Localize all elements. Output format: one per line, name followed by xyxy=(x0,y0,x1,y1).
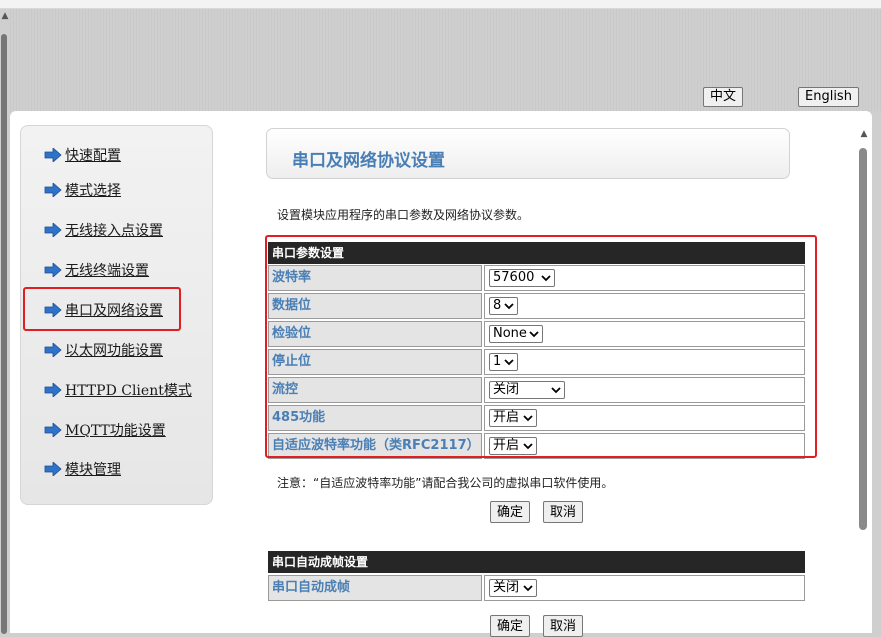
scrollbar-thumb[interactable] xyxy=(859,148,867,530)
row-value-cell: 关闭 xyxy=(484,575,805,601)
scroll-up-arrow-icon[interactable]: ▲ xyxy=(858,128,870,140)
auto-frame-select[interactable]: 关闭 xyxy=(489,579,537,597)
sidebar-item-label[interactable]: 无线终端设置 xyxy=(65,260,149,280)
arrow-right-icon xyxy=(44,383,62,397)
arrow-right-icon xyxy=(44,263,62,277)
sidebar-item-label[interactable]: 模式选择 xyxy=(65,180,121,200)
sidebar-item-sta-settings[interactable]: 无线终端设置 xyxy=(44,259,149,281)
sidebar-item-mode-select[interactable]: 模式选择 xyxy=(44,179,121,201)
page-description: 设置模块应用程序的串口参数及网络协议参数。 xyxy=(277,208,530,222)
sidebar-item-httpd-client[interactable]: HTTPD Client模式 xyxy=(44,379,192,401)
outer-scroll-up-arrow-icon[interactable]: ▲ xyxy=(0,9,10,23)
lang-chinese-button[interactable]: 中文 xyxy=(703,87,744,107)
arrow-right-icon xyxy=(44,148,62,162)
frame-section-header: 串口自动成帧设置 xyxy=(268,551,805,573)
sidebar-item-quick-config[interactable]: 快速配置 xyxy=(44,144,121,166)
sidebar-item-label[interactable]: MQTT功能设置 xyxy=(65,420,166,440)
cancel-button[interactable]: 取消 xyxy=(543,501,584,523)
arrow-right-icon xyxy=(44,303,62,317)
sidebar-item-label[interactable]: 以太网功能设置 xyxy=(65,340,163,360)
chevron-down-icon xyxy=(523,585,533,592)
arrow-right-icon xyxy=(44,183,62,197)
table-row: 串口自动成帧 关闭 xyxy=(268,574,805,602)
arrow-right-icon xyxy=(44,462,62,476)
header-band xyxy=(10,9,881,111)
arrow-right-icon xyxy=(44,223,62,237)
sidebar-item-label[interactable]: 串口及网络设置 xyxy=(65,300,163,320)
lang-english-button[interactable]: English xyxy=(798,87,859,107)
select-value: 关闭 xyxy=(493,580,520,595)
outer-scrollbar-thumb[interactable] xyxy=(1,34,7,634)
sidebar-item-label[interactable]: 模块管理 xyxy=(65,459,121,479)
auto-baud-note: 注意：“自适应波特率功能”请配合我公司的虚拟串口软件使用。 xyxy=(277,476,614,490)
cancel-button-2[interactable]: 取消 xyxy=(543,615,584,637)
confirm-button[interactable]: 确定 xyxy=(490,501,531,523)
sidebar-item-label[interactable]: 无线接入点设置 xyxy=(65,220,163,240)
top-edge xyxy=(0,0,881,9)
confirm-button-2[interactable]: 确定 xyxy=(490,615,531,637)
page-title: 串口及网络协议设置 xyxy=(292,151,445,171)
sidebar-item-label[interactable]: 快速配置 xyxy=(65,145,121,165)
arrow-right-icon xyxy=(44,423,62,437)
title-panel: 串口及网络协议设置 xyxy=(266,128,790,179)
sidebar-item-serial-network[interactable]: 串口及网络设置 xyxy=(44,299,163,321)
serial-settings-highlight xyxy=(265,235,817,458)
arrow-right-icon xyxy=(44,343,62,357)
sidebar-item-mqtt[interactable]: MQTT功能设置 xyxy=(44,419,166,441)
sidebar-item-ethernet[interactable]: 以太网功能设置 xyxy=(44,339,163,361)
sidebar-item-module-management[interactable]: 模块管理 xyxy=(44,458,121,480)
auto-frame-label: 串口自动成帧 xyxy=(268,575,482,601)
sidebar-item-label[interactable]: HTTPD Client模式 xyxy=(65,380,192,400)
sidebar-item-ap-settings[interactable]: 无线接入点设置 xyxy=(44,219,163,241)
